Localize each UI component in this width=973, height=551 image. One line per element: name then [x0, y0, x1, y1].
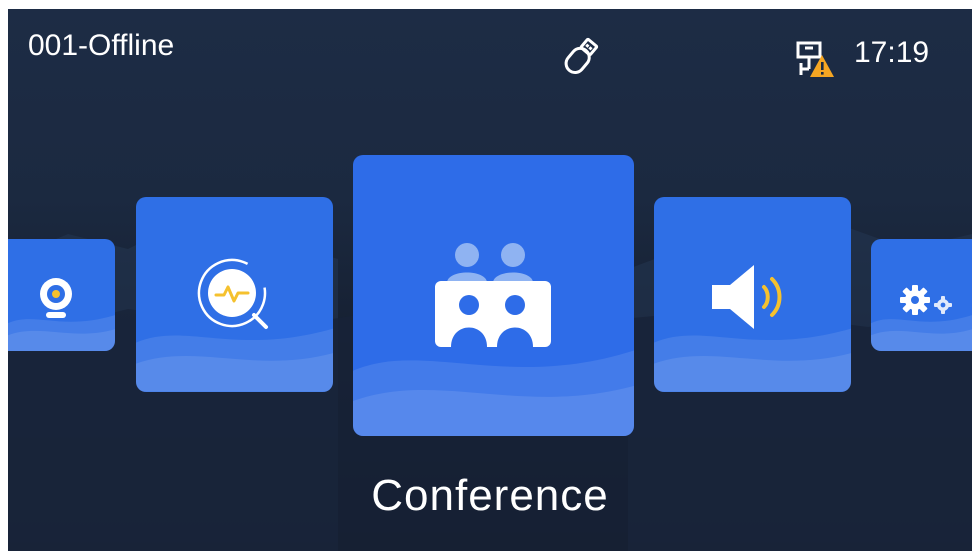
menu-tile-settings[interactable]	[871, 239, 972, 351]
camera-icon	[40, 278, 72, 318]
menu-tile-diagnostic[interactable]	[136, 197, 333, 392]
usb-icon	[564, 37, 599, 74]
menu-tile-camera[interactable]	[8, 239, 115, 351]
diagnostic-icon	[197, 258, 268, 329]
menu-tile-conference[interactable]	[353, 155, 634, 436]
clock: 17:19	[854, 36, 930, 69]
network-warning-icon	[796, 41, 834, 77]
settings-gear-icon	[900, 285, 952, 315]
speaker-icon	[712, 265, 782, 329]
main-menu-screen: 001-Offline 17:19 Conference	[8, 9, 972, 551]
conference-icon	[435, 243, 551, 347]
selected-menu-label: Conference	[371, 471, 609, 520]
menu-tile-audio[interactable]	[654, 197, 851, 392]
device-status-label: 001-Offline	[28, 29, 175, 62]
